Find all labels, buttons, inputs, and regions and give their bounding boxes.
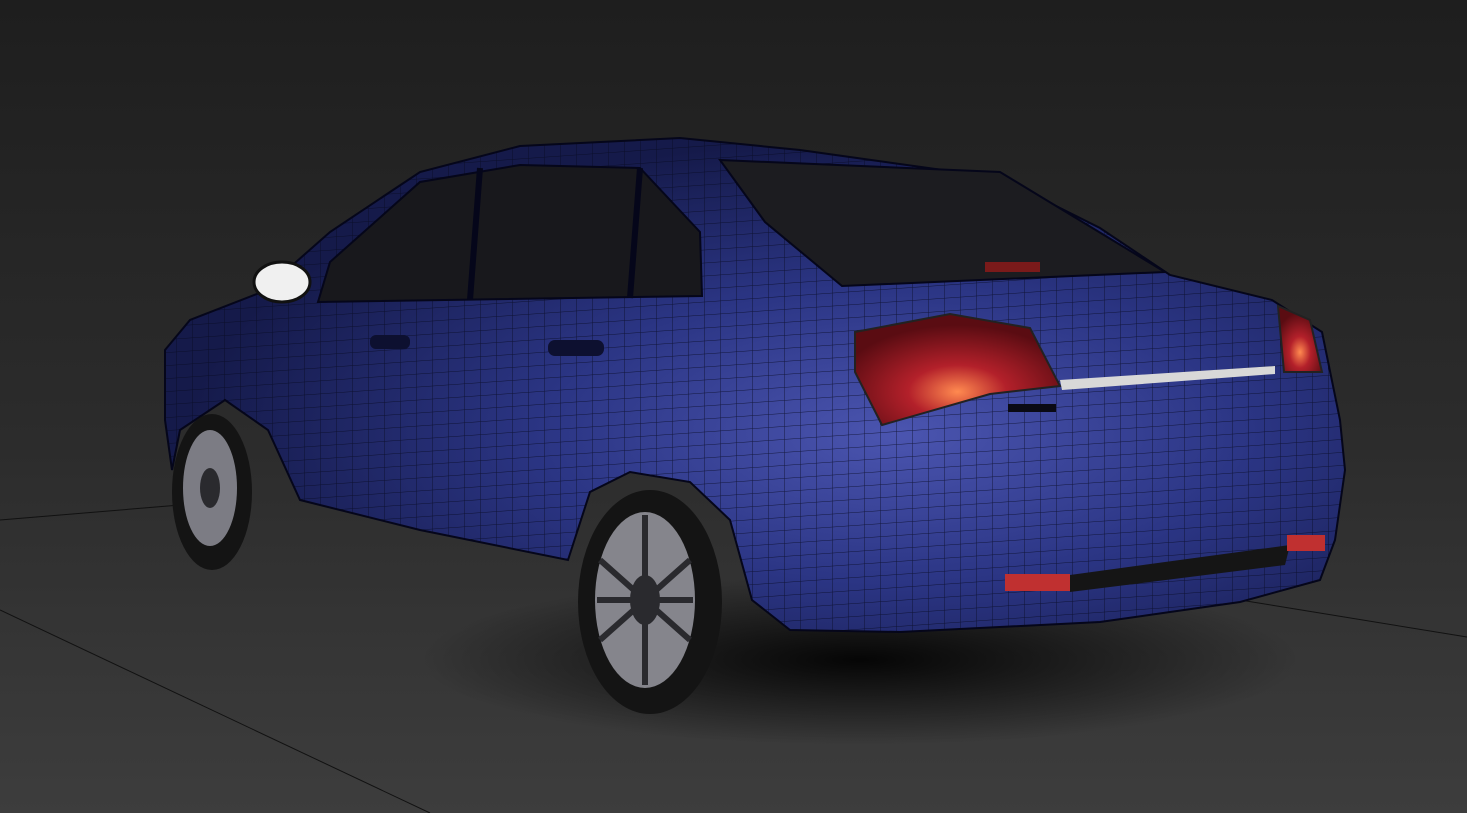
front-wheel	[172, 414, 252, 570]
rear-reflector-right	[1287, 535, 1325, 551]
door-handle-front	[370, 335, 410, 349]
3d-viewport[interactable]	[0, 0, 1467, 813]
rear-reflector-left	[1005, 574, 1070, 591]
brake-light-center	[985, 262, 1040, 272]
car-render	[0, 0, 1467, 813]
side-mirror	[252, 260, 312, 304]
brand-badge	[1008, 404, 1056, 412]
rear-wheel	[578, 490, 722, 714]
door-handle-rear	[548, 340, 604, 356]
